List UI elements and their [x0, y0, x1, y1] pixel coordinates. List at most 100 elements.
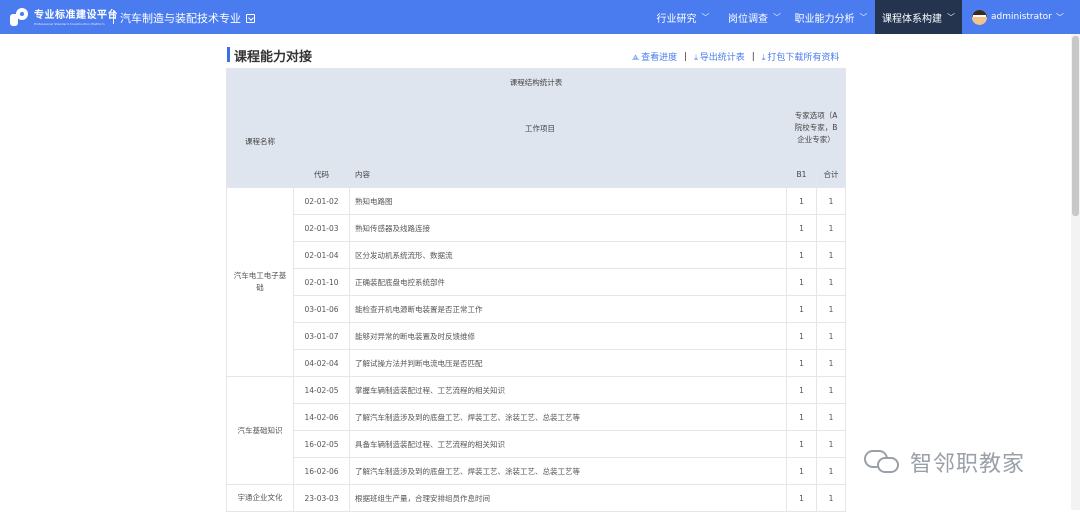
total-cell: 1 [815, 484, 847, 512]
content-cell: 了解试操方法并判断电流电压是否匹配 [349, 349, 787, 377]
total-cell: 1 [815, 295, 847, 323]
b1-cell: 1 [786, 295, 817, 323]
content-cell: 根据班组生产量，合理安排组员作息时间 [349, 484, 787, 512]
scrollbar-thumb[interactable] [1072, 36, 1079, 216]
b1-cell: 1 [786, 322, 817, 350]
code-cell: 16-02-05 [293, 430, 350, 458]
chevron-down-icon: ﹀ [701, 12, 710, 22]
platform-logo[interactable]: 专业标准建设平台 Professional Standard Construct… [10, 8, 118, 28]
header-content: 内容 [349, 160, 787, 188]
total-cell: 1 [815, 241, 847, 269]
content-cell: 掌握车辆制造装配过程、工艺流程的相关知识 [349, 376, 787, 404]
code-cell: 02-01-04 [293, 241, 350, 269]
b1-cell: 1 [786, 430, 817, 458]
content-cell: 区分发动机系统流形、数据流 [349, 241, 787, 269]
progress-icon: ⟁ [632, 53, 640, 62]
code-cell: 23-03-03 [293, 484, 350, 512]
header-course-name: 课程名称 [226, 95, 294, 188]
watermark: 智邻职教家 [862, 446, 1025, 478]
table-row: 汽车电工电子基础 02-01-02 熟知电路图 1 1 [226, 187, 847, 377]
chevron-down-icon: ﹀ [773, 12, 781, 22]
total-cell: 1 [815, 268, 847, 296]
nav-curriculum-construction[interactable]: 课程体系构建 ﹀ [875, 0, 962, 34]
code-cell: 02-01-02 [293, 187, 350, 215]
content-cell: 正确装配底盘电控系统部件 [349, 268, 787, 296]
download-all-link[interactable]: ⤓ 打包下载所有资料 [762, 50, 840, 63]
toolbar-actions: ⟁ 查看进度 | ⤓ 导出统计表 | ⤓ 打包下载所有资料 [632, 50, 840, 64]
code-cell: 16-02-06 [293, 457, 350, 485]
header-b1: B1 [786, 160, 817, 188]
top-navigation-bar: 专业标准建设平台 Professional Standard Construct… [0, 0, 1080, 34]
download-icon: ⤓ [694, 53, 698, 62]
header-experts: 专家选项（A院校专家，B企业专家） [785, 95, 847, 161]
total-cell: 1 [815, 376, 847, 404]
course-name-cell: 宇通企业文化 [226, 484, 294, 512]
chevron-down-icon: ﹀ [859, 12, 868, 22]
table-row: 02-01-03 熟知传感器及线路连接 1 1 [227, 214, 847, 242]
total-cell: 1 [815, 403, 847, 431]
header-work-items: 工作项目 [293, 95, 787, 161]
major-name: 汽车制造与装配技术专业 [120, 12, 241, 25]
page-title: 课程能力对接 [234, 50, 313, 65]
avatar [972, 9, 987, 25]
b1-cell: 1 [786, 484, 817, 512]
b1-cell: 1 [786, 457, 817, 485]
chevron-down-icon: ﹀ [1055, 12, 1064, 22]
switch-major-icon[interactable] [246, 13, 255, 23]
user-menu[interactable]: administrator ﹀ [972, 0, 1064, 34]
watermark-text: 智邻职教家 [910, 452, 1026, 477]
b1-cell: 1 [786, 376, 817, 404]
table-row: 16-02-06 了解汽车制造涉及到的底盘工艺、焊装工艺、涂装工艺、总装工艺等 … [227, 457, 847, 485]
header-total: 合计 [815, 160, 847, 188]
view-progress-link[interactable]: ⟁ 查看进度 [632, 50, 677, 63]
table-row: 04-02-04 了解试操方法并判断电流电压是否匹配 1 1 [227, 349, 847, 377]
total-cell: 1 [815, 187, 847, 215]
b1-cell: 1 [786, 241, 817, 269]
code-cell: 14-02-06 [293, 403, 350, 431]
code-cell: 03-01-07 [293, 322, 350, 350]
table-row: 02-01-04 区分发动机系统流形、数据流 1 1 [227, 241, 847, 269]
nav-industry-research[interactable]: 行业研究 ﹀ [651, 0, 715, 34]
table-row: 16-02-05 具备车辆制造装配过程、工艺流程的相关知识 1 1 [227, 430, 847, 458]
major-selector[interactable]: 汽车制造与装配技术专业 [120, 10, 255, 26]
table-row: 汽车基础知识 14-02-05 掌握车辆制造装配过程、工艺流程的相关知识 1 1 [226, 376, 847, 485]
header-code: 代码 [293, 160, 350, 188]
table-row: 14-02-06 了解汽车制造涉及到的底盘工艺、焊装工艺、涂装工艺、总装工艺等 … [227, 403, 847, 431]
title-accent-bar [227, 47, 230, 62]
table-row: 宇通企业文化 23-03-03 根据班组生产量，合理安排组员作息时间 1 1 [226, 484, 847, 512]
logo-subtitle: Professional Standard Construction Platf… [34, 21, 105, 26]
nav-competency-analysis[interactable]: 职业能力分析 ﹀ [790, 0, 872, 34]
b1-cell: 1 [786, 214, 817, 242]
total-cell: 1 [815, 457, 847, 485]
code-cell: 02-01-03 [293, 214, 350, 242]
total-cell: 1 [815, 430, 847, 458]
export-table-link[interactable]: ⤓ 导出统计表 [694, 50, 745, 63]
nav-job-survey[interactable]: 岗位调查 ﹀ [721, 0, 788, 34]
content-cell: 具备车辆制造装配过程、工艺流程的相关知识 [349, 430, 787, 458]
content-cell: 能够对异常的断电装置及时反馈维修 [349, 322, 787, 350]
content-cell: 能检查开机电源断电装置是否正常工作 [349, 295, 787, 323]
table-row: 02-01-10 正确装配底盘电控系统部件 1 1 [227, 268, 847, 296]
content-cell: 熟知电路图 [349, 187, 787, 215]
b1-cell: 1 [786, 268, 817, 296]
b1-cell: 1 [786, 403, 817, 431]
code-cell: 02-01-10 [293, 268, 350, 296]
code-cell: 03-01-06 [293, 295, 350, 323]
content-cell: 熟知传感器及线路连接 [349, 214, 787, 242]
course-name-cell: 汽车基础知识 [226, 376, 294, 485]
download-icon: ⤓ [761, 53, 766, 62]
total-cell: 1 [815, 214, 847, 242]
logo-title: 专业标准建设平台 [34, 9, 118, 21]
code-cell: 14-02-05 [293, 376, 350, 404]
table-row: 03-01-06 能检查开机电源断电装置是否正常工作 1 1 [227, 295, 847, 323]
table-caption: 课程结构统计表 [225, 68, 847, 96]
chat-bubbles-icon [862, 447, 904, 477]
chevron-down-icon: ﹀ [947, 12, 955, 22]
b1-cell: 1 [786, 349, 817, 377]
divider: | [684, 51, 688, 62]
code-cell: 04-02-04 [293, 349, 350, 377]
course-name-cell: 汽车电工电子基础 [226, 187, 294, 377]
content-cell: 了解汽车制造涉及到的底盘工艺、焊装工艺、涂装工艺、总装工艺等 [349, 457, 787, 485]
b1-cell: 1 [786, 187, 817, 215]
header-divider [113, 10, 114, 24]
